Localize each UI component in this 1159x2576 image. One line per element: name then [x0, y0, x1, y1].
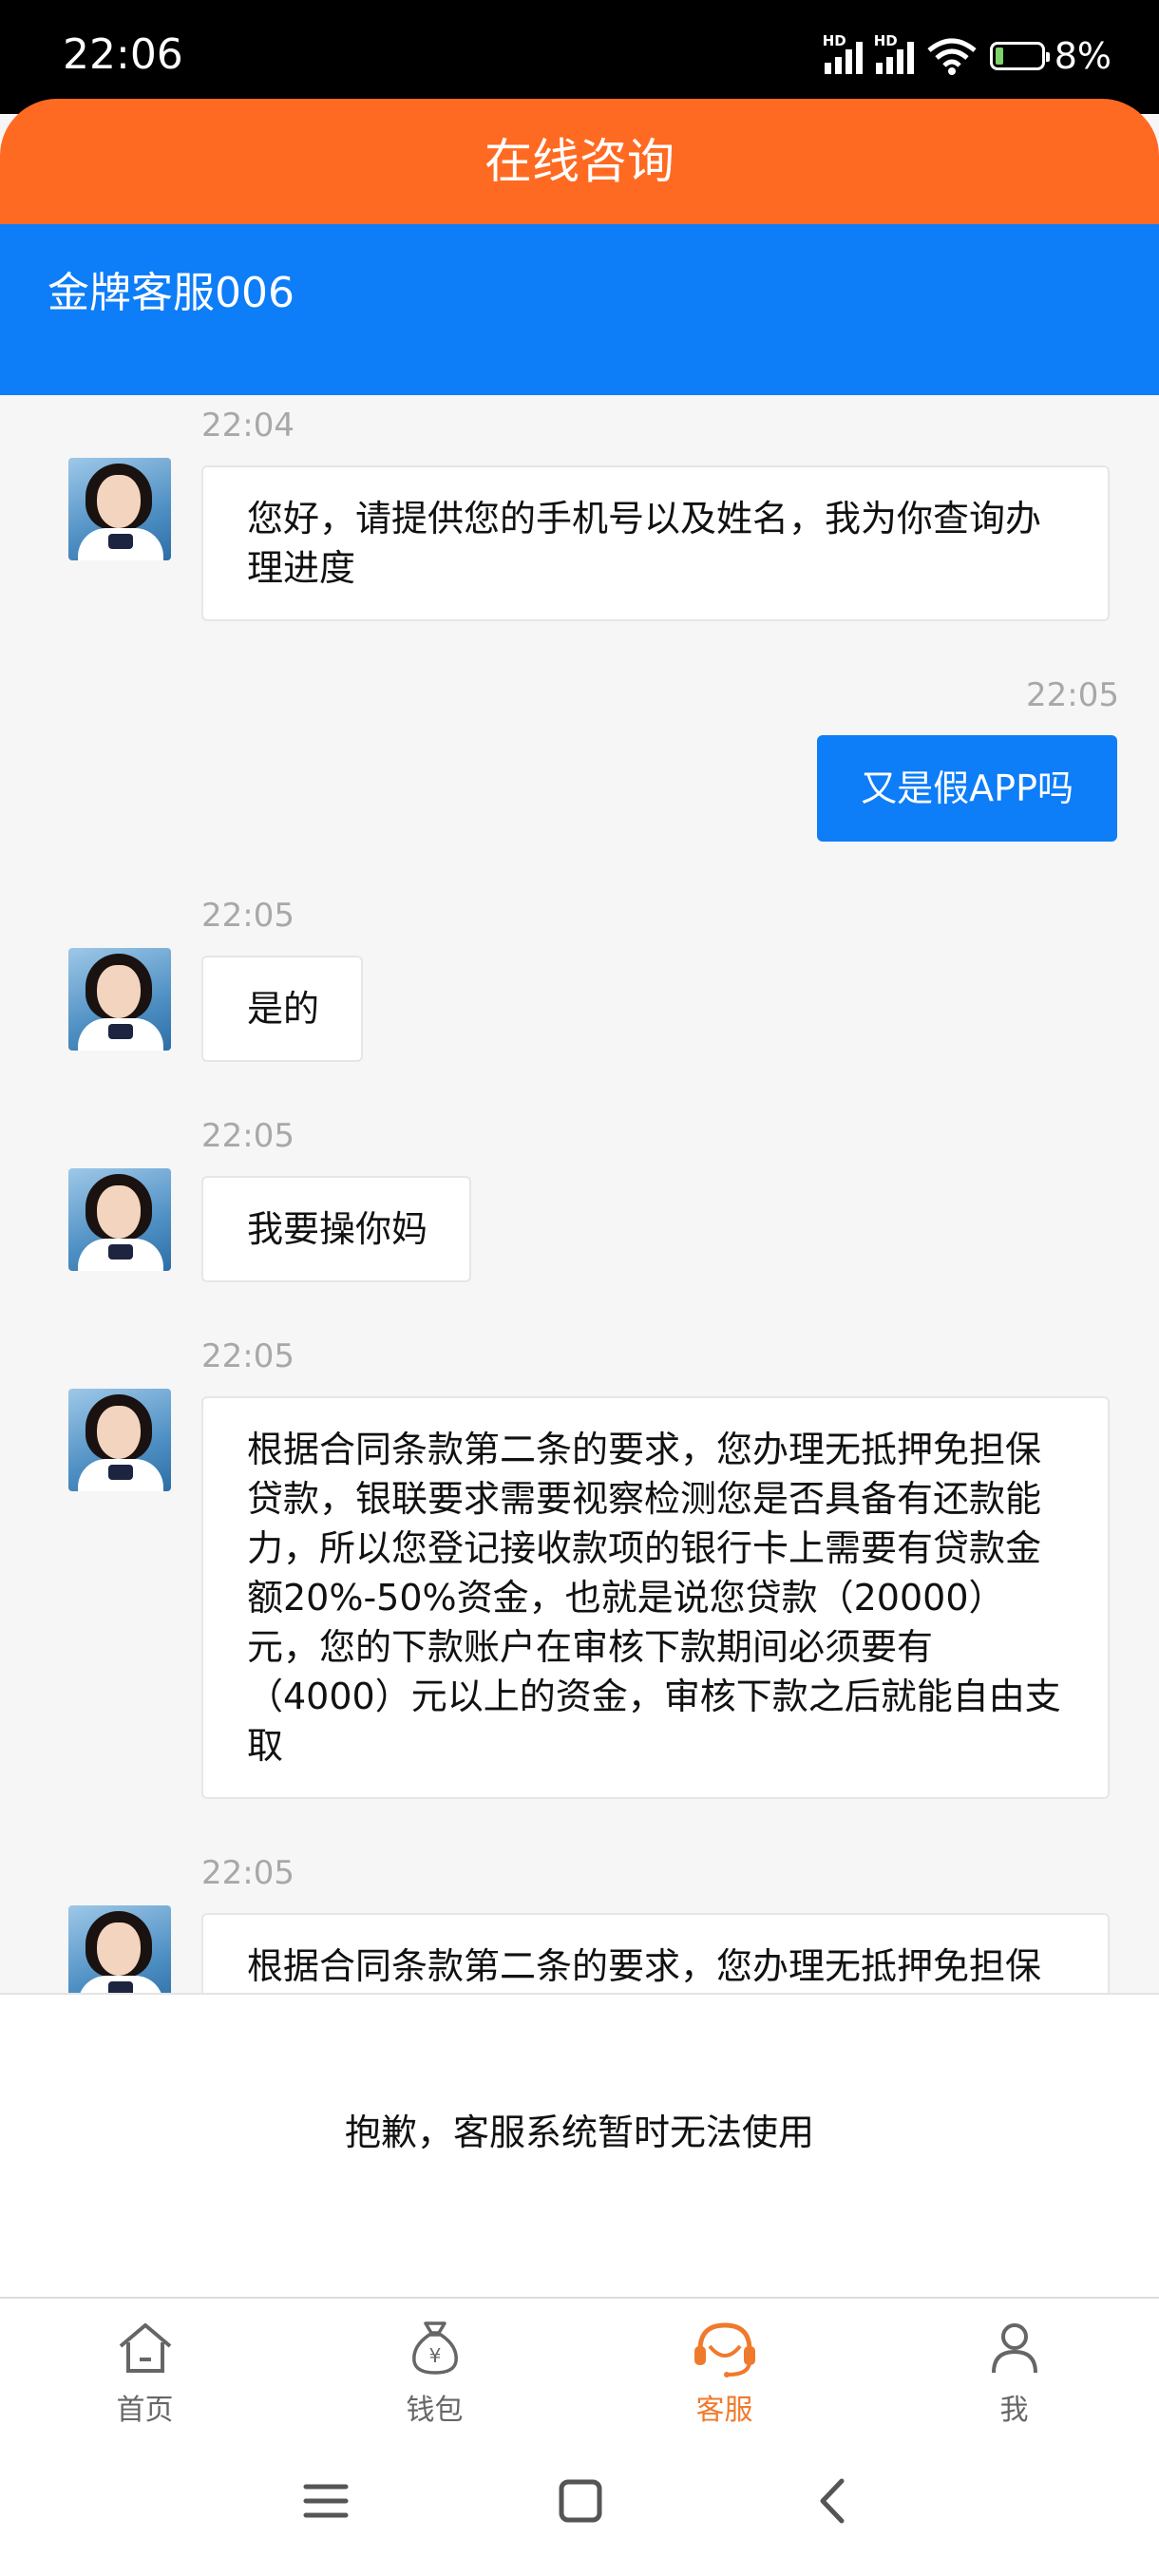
agent-avatar[interactable] [68, 1168, 171, 1271]
home-square-icon[interactable] [557, 2477, 604, 2525]
back-icon[interactable] [809, 2477, 857, 2525]
message-bubble: 您好，请提供您的手机号以及姓名，我为你查询办理进度 [201, 465, 1110, 621]
menu-icon[interactable] [302, 2477, 350, 2525]
message-time: 22:05 [201, 897, 294, 935]
home-icon [119, 2323, 171, 2373]
status-time: 22:06 [63, 30, 183, 79]
message-bubble: 根据合同条款第二条的要求，您办理无抵押免担保贷款，银联要求需要视察检测您是否具备… [201, 1396, 1110, 1799]
bottom-tab-bar: 首页 ¥ 钱包 客服 我 [0, 2297, 1159, 2439]
status-icons: HD HD 8% [823, 32, 1112, 80]
chat-area[interactable]: 22:04 您好，请提供您的手机号以及姓名，我为你查询办理进度 22:05 又是… [0, 395, 1159, 1993]
tab-me[interactable]: 我 [869, 2299, 1159, 2439]
message-bubble: 是的 [201, 956, 364, 1062]
battery-icon: 8% [989, 35, 1112, 77]
message-time: 22:05 [201, 1117, 294, 1155]
message-bubble: 根据合同条款第二条的要求，您办理无抵押免担保 [201, 1913, 1110, 1993]
message-bubble: 又是假APP吗 [817, 735, 1117, 842]
chat-message: 22:05 我要操你妈 [0, 1117, 1159, 1307]
battery-level: 8% [1054, 35, 1112, 77]
hd-label: HD [822, 32, 846, 49]
tab-home[interactable]: 首页 [0, 2299, 290, 2439]
user-icon [991, 2323, 1037, 2374]
agent-bar: 金牌客服006 [0, 224, 1159, 395]
message-time: 22:05 [1026, 676, 1119, 714]
hd-label-2: HD [873, 32, 898, 49]
status-bar: 22:06 HD HD 8% [0, 0, 1159, 114]
page-title: 在线咨询 [0, 99, 1159, 224]
chat-message: 22:05 根据合同条款第二条的要求，您办理无抵押免担保 [0, 1854, 1159, 1993]
chat-message: 22:05 是的 [0, 897, 1159, 1087]
tab-label: 首页 [116, 2394, 174, 2427]
agent-name: 金牌客服006 [48, 269, 294, 317]
wifi-icon [927, 38, 977, 75]
tab-label: 客服 [695, 2394, 753, 2427]
chat-message: 22:05 又是假APP吗 [0, 676, 1159, 866]
message-bubble: 我要操你妈 [201, 1176, 472, 1282]
message-time: 22:05 [201, 1337, 294, 1375]
message-time: 22:04 [201, 407, 294, 445]
svg-text:¥: ¥ [428, 2344, 441, 2367]
money-bag-icon: ¥ [411, 2321, 458, 2375]
tab-wallet[interactable]: ¥ 钱包 [290, 2299, 580, 2439]
message-time: 22:05 [201, 1854, 294, 1892]
signal-icon: HD [823, 32, 863, 74]
tab-label: 我 [999, 2394, 1029, 2427]
headset-icon [694, 2322, 755, 2377]
system-navigation-bar [0, 2439, 1159, 2576]
tab-customer-service[interactable]: 客服 [580, 2299, 869, 2439]
tab-label: 钱包 [406, 2394, 464, 2427]
service-unavailable-notice: 抱歉，客服系统暂时无法使用 [0, 1993, 1159, 2297]
chat-message: 22:05 根据合同条款第二条的要求，您办理无抵押免担保贷款，银联要求需要视察检… [0, 1337, 1159, 1812]
chat-message: 22:04 您好，请提供您的手机号以及姓名，我为你查询办理进度 [0, 407, 1159, 635]
agent-avatar[interactable] [68, 458, 171, 560]
agent-avatar[interactable] [68, 1905, 171, 1993]
agent-avatar[interactable] [68, 1389, 171, 1491]
signal-icon-2: HD [874, 32, 914, 74]
agent-avatar[interactable] [68, 948, 171, 1051]
